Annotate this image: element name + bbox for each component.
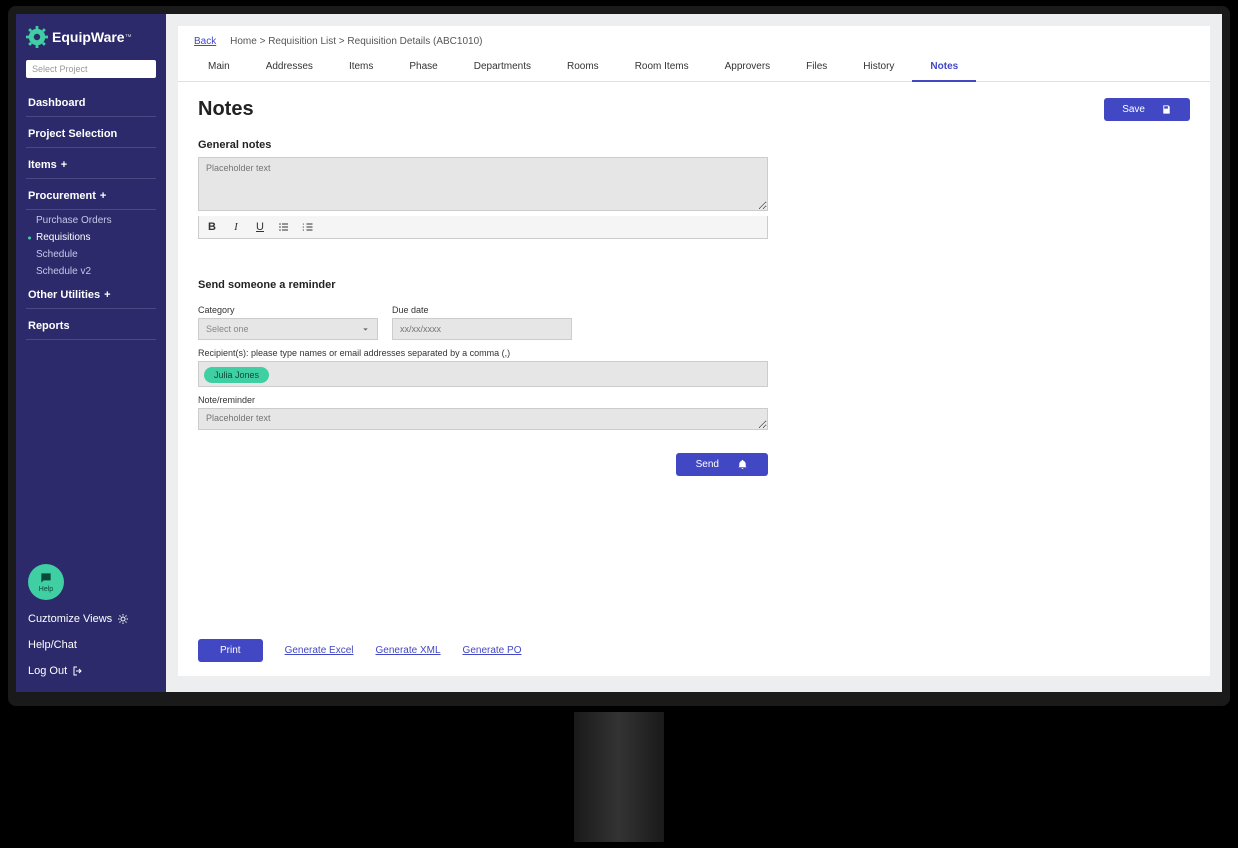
plus-icon: +	[61, 159, 67, 171]
plus-icon: +	[104, 289, 110, 301]
generate-xml-link[interactable]: Generate XML	[376, 645, 441, 656]
subnav-requisitions[interactable]: Requisitions	[16, 229, 166, 246]
content-card: Back Home > Requisition List > Requisiti…	[178, 26, 1210, 676]
due-date-input[interactable]	[392, 318, 572, 340]
tab-rooms[interactable]: Rooms	[549, 53, 617, 82]
reminder-heading: Send someone a reminder	[198, 279, 1190, 291]
footer-actions: Print Generate Excel Generate XML Genera…	[198, 639, 521, 662]
breadcrumb-path: Home > Requisition List > Requisition De…	[230, 36, 482, 47]
breadcrumb: Back Home > Requisition List > Requisiti…	[178, 26, 1210, 53]
numbered-list-icon[interactable]: 123	[301, 220, 315, 234]
italic-icon[interactable]: I	[229, 220, 243, 234]
generate-po-link[interactable]: Generate PO	[463, 645, 522, 656]
sidebar: EquipWare ™ Select Project Dashboard Pro…	[16, 14, 166, 692]
tab-files[interactable]: Files	[788, 53, 845, 82]
general-notes-input[interactable]	[198, 157, 768, 211]
save-icon	[1161, 104, 1172, 115]
nav-procurement[interactable]: Procurement+	[26, 183, 156, 210]
underline-icon[interactable]: U	[253, 220, 267, 234]
brand-logo: EquipWare ™	[16, 22, 166, 60]
nav-items[interactable]: Items+	[26, 152, 156, 179]
chevron-down-icon	[361, 325, 370, 334]
tabs: Main Addresses Items Phase Departments R…	[178, 53, 1210, 82]
recipients-label: Recipient(s): please type names or email…	[198, 348, 1190, 358]
tab-approvers[interactable]: Approvers	[707, 53, 789, 82]
subnav-purchase-orders[interactable]: Purchase Orders	[16, 212, 166, 229]
customize-views[interactable]: Cuztomize Views	[16, 606, 166, 632]
help-chat[interactable]: Help/Chat	[16, 632, 166, 658]
tab-departments[interactable]: Departments	[456, 53, 549, 82]
bullet-list-icon[interactable]	[277, 220, 291, 234]
tab-items[interactable]: Items	[331, 53, 391, 82]
tab-main[interactable]: Main	[190, 53, 248, 82]
tab-notes[interactable]: Notes	[912, 53, 976, 82]
nav-project-selection[interactable]: Project Selection	[26, 121, 156, 148]
note-label: Note/reminder	[198, 395, 1190, 405]
bold-icon[interactable]: B	[205, 220, 219, 234]
tab-addresses[interactable]: Addresses	[248, 53, 331, 82]
brand-tm: ™	[125, 34, 132, 41]
logout-icon	[72, 665, 84, 677]
recipient-chip[interactable]: Julia Jones	[204, 367, 269, 383]
print-button[interactable]: Print	[198, 639, 263, 662]
subnav-schedule-v2[interactable]: Schedule v2	[16, 263, 166, 280]
svg-text:3: 3	[303, 228, 305, 232]
category-label: Category	[198, 305, 378, 315]
brand-name: EquipWare	[52, 29, 125, 45]
page-body: Notes Save General notes B I U	[178, 82, 1210, 492]
generate-excel-link[interactable]: Generate Excel	[285, 645, 354, 656]
monitor-frame: EquipWare ™ Select Project Dashboard Pro…	[8, 6, 1230, 706]
screen: EquipWare ™ Select Project Dashboard Pro…	[16, 14, 1222, 692]
note-input[interactable]	[198, 408, 768, 430]
gear-icon	[117, 613, 129, 625]
general-notes-label: General notes	[198, 139, 1190, 151]
due-date-label: Due date	[392, 305, 572, 315]
nav-dashboard[interactable]: Dashboard	[26, 90, 156, 117]
gear-icon	[26, 26, 48, 48]
monitor-stand	[574, 712, 664, 842]
category-select[interactable]: Select one	[198, 318, 378, 340]
back-link[interactable]: Back	[194, 36, 216, 47]
nav-other-utilities[interactable]: Other Utilities+	[26, 282, 156, 309]
editor-toolbar: B I U 123	[198, 216, 768, 239]
logout[interactable]: Log Out	[16, 658, 166, 684]
main-area: Back Home > Requisition List > Requisiti…	[166, 14, 1222, 692]
subnav-schedule[interactable]: Schedule	[16, 246, 166, 263]
help-fab-label: Help	[39, 586, 53, 593]
page-title: Notes	[198, 98, 254, 121]
tab-history[interactable]: History	[845, 53, 912, 82]
tab-phase[interactable]: Phase	[391, 53, 455, 82]
project-select[interactable]: Select Project	[26, 60, 156, 78]
bell-icon	[737, 459, 748, 470]
send-button[interactable]: Send	[676, 453, 768, 476]
tab-room-items[interactable]: Room Items	[617, 53, 707, 82]
recipients-input[interactable]: Julia Jones	[198, 361, 768, 387]
plus-icon: +	[100, 190, 106, 202]
nav-reports[interactable]: Reports	[26, 313, 156, 340]
chat-icon	[39, 571, 53, 585]
save-button[interactable]: Save	[1104, 98, 1190, 121]
help-fab[interactable]: Help	[28, 564, 64, 600]
